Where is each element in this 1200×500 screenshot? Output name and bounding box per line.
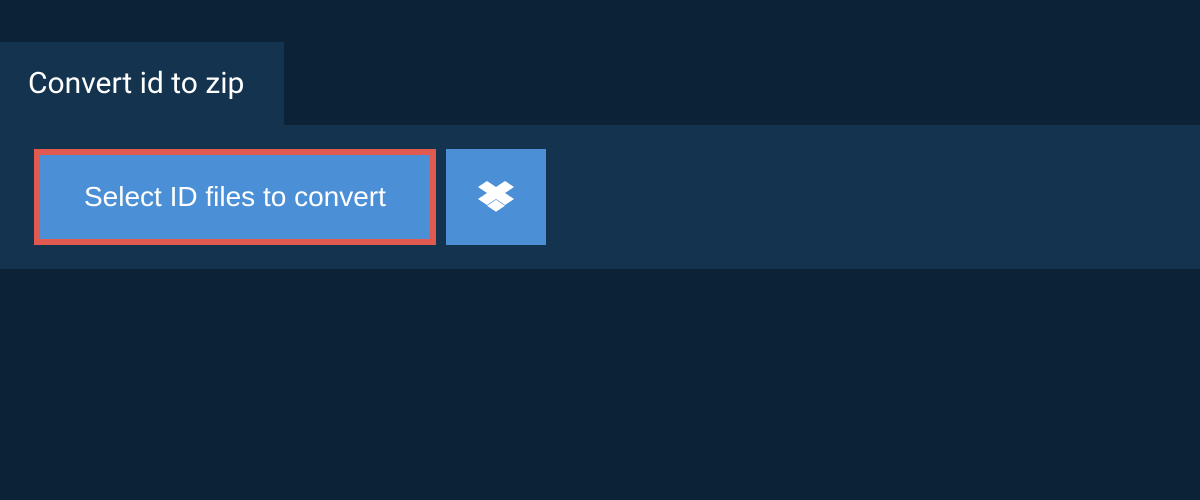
dropbox-button[interactable]	[446, 149, 546, 245]
select-files-button[interactable]: Select ID files to convert	[40, 155, 430, 239]
select-files-highlight: Select ID files to convert	[34, 149, 436, 245]
active-tab[interactable]: Convert id to zip	[0, 42, 284, 125]
select-files-label: Select ID files to convert	[84, 181, 386, 212]
tab-title: Convert id to zip	[28, 66, 244, 101]
dropbox-icon	[478, 178, 514, 217]
conversion-panel: Select ID files to convert	[0, 125, 1200, 269]
button-row: Select ID files to convert	[34, 149, 1166, 245]
